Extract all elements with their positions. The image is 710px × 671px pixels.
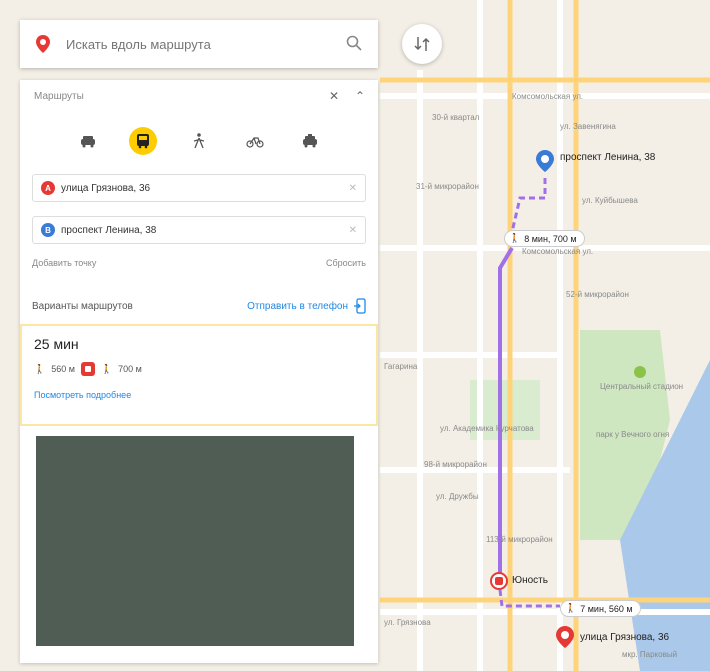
- variants-label: Варианты маршрутов: [32, 300, 133, 312]
- street-label: Комсомольская ул.: [522, 247, 594, 256]
- panel-header: Маршруты ✕ ⌃: [20, 80, 378, 112]
- bus-stop-marker[interactable]: [490, 572, 508, 590]
- route-from-field[interactable]: A улица Грязнова, 36 ✕: [32, 174, 366, 202]
- route-legs: 🚶 560 м 🚶 700 м: [34, 362, 364, 376]
- swap-icon: [414, 37, 430, 51]
- walk-icon: 🚶: [565, 603, 577, 613]
- variants-row: Варианты маршрутов Отправить в телефон: [20, 298, 378, 314]
- marker-a: A: [41, 181, 55, 195]
- bus-stop-label: Юность: [512, 575, 548, 586]
- district-label: 113-й микрорайон: [486, 535, 553, 544]
- street-label: ул. Дружбы: [436, 492, 479, 501]
- media-placeholder: [36, 436, 354, 646]
- bicycle-icon: [245, 137, 264, 148]
- swap-route-button[interactable]: [402, 24, 442, 64]
- panel-title: Маршруты: [34, 90, 84, 102]
- mode-bicycle[interactable]: [241, 127, 269, 155]
- details-link[interactable]: Посмотреть подробнее: [34, 390, 364, 400]
- destination-label: проспект Ленина, 38: [560, 152, 656, 163]
- send-to-phone-link[interactable]: Отправить в телефон: [247, 298, 366, 314]
- walk-icon: [193, 133, 205, 149]
- reset-link[interactable]: Сбросить: [326, 258, 366, 268]
- search-icon[interactable]: [346, 35, 364, 53]
- route-from-value: улица Грязнова, 36: [61, 182, 151, 194]
- street-label: ул. Куйбышева: [582, 196, 638, 205]
- stadium-marker[interactable]: [634, 366, 646, 378]
- add-point-link[interactable]: Добавить точку: [32, 258, 96, 268]
- marker-b: B: [41, 223, 55, 237]
- street-label: ул. Грязнова: [384, 618, 431, 627]
- walk-icon: 🚶: [100, 363, 113, 374]
- walk-icon: 🚶: [34, 363, 46, 374]
- district-label: 30-й квартал: [432, 113, 480, 122]
- place-label: парк у Вечного огня: [596, 430, 670, 439]
- street-label: ул. Академика Курчатова: [440, 424, 534, 433]
- mode-walk[interactable]: [185, 127, 213, 155]
- route-option-card[interactable]: 25 мин 🚶 560 м 🚶 700 м Посмотреть подроб…: [20, 324, 378, 426]
- clear-icon[interactable]: ✕: [349, 183, 357, 194]
- street-label: Комсомольская ул.: [512, 92, 584, 101]
- transport-modes: [20, 112, 378, 164]
- place-label: Центральный стадион: [600, 382, 684, 391]
- route-to-field[interactable]: B проспект Ленина, 38 ✕: [32, 216, 366, 244]
- clear-icon[interactable]: ✕: [349, 225, 357, 236]
- walk-start-bubble: 🚶 7 мин, 560 м: [560, 600, 641, 617]
- bus-icon: [80, 362, 95, 376]
- mode-bus[interactable]: [129, 127, 158, 155]
- pin-icon: [556, 626, 574, 648]
- origin-label: улица Грязнова, 36: [580, 632, 670, 643]
- district-label: 98-й микрорайон: [424, 460, 487, 469]
- mode-car[interactable]: [74, 127, 102, 155]
- car-icon: [80, 136, 95, 148]
- district-label: мкр. Парковый: [622, 650, 678, 659]
- walk-icon: 🚶: [509, 233, 521, 243]
- map-pin-icon: [34, 33, 52, 55]
- destination-marker[interactable]: [536, 150, 554, 172]
- pin-icon: [536, 150, 554, 172]
- routes-panel: Маршруты ✕ ⌃ A улица Грязнова, 36 ✕ B пр…: [20, 80, 378, 663]
- bus-icon: [137, 134, 150, 149]
- street-label: Гагарина: [384, 362, 418, 371]
- chevron-up-icon[interactable]: ⌃: [352, 88, 368, 104]
- route-to-value: проспект Ленина, 38: [61, 224, 157, 236]
- phone-icon: [354, 298, 366, 314]
- taxi-icon: [303, 134, 318, 148]
- mode-taxi[interactable]: [296, 127, 324, 155]
- origin-marker[interactable]: [556, 626, 574, 648]
- district-label: 52-й микрорайон: [566, 290, 629, 299]
- street-label: ул. Завенягина: [560, 122, 616, 131]
- route-actions: Добавить точку Сбросить: [20, 258, 378, 268]
- walk-end-distance: 700 м: [118, 364, 142, 374]
- route-duration: 25 мин: [34, 336, 79, 352]
- walk-start-distance: 560 м: [51, 364, 75, 374]
- district-label: 31-й микрорайон: [416, 182, 479, 191]
- route-search-bar: [20, 20, 378, 68]
- bus-icon: [495, 577, 503, 585]
- close-icon[interactable]: ✕: [326, 88, 342, 104]
- walk-end-bubble: 🚶 8 мин, 700 м: [504, 230, 585, 247]
- search-input[interactable]: [64, 35, 346, 53]
